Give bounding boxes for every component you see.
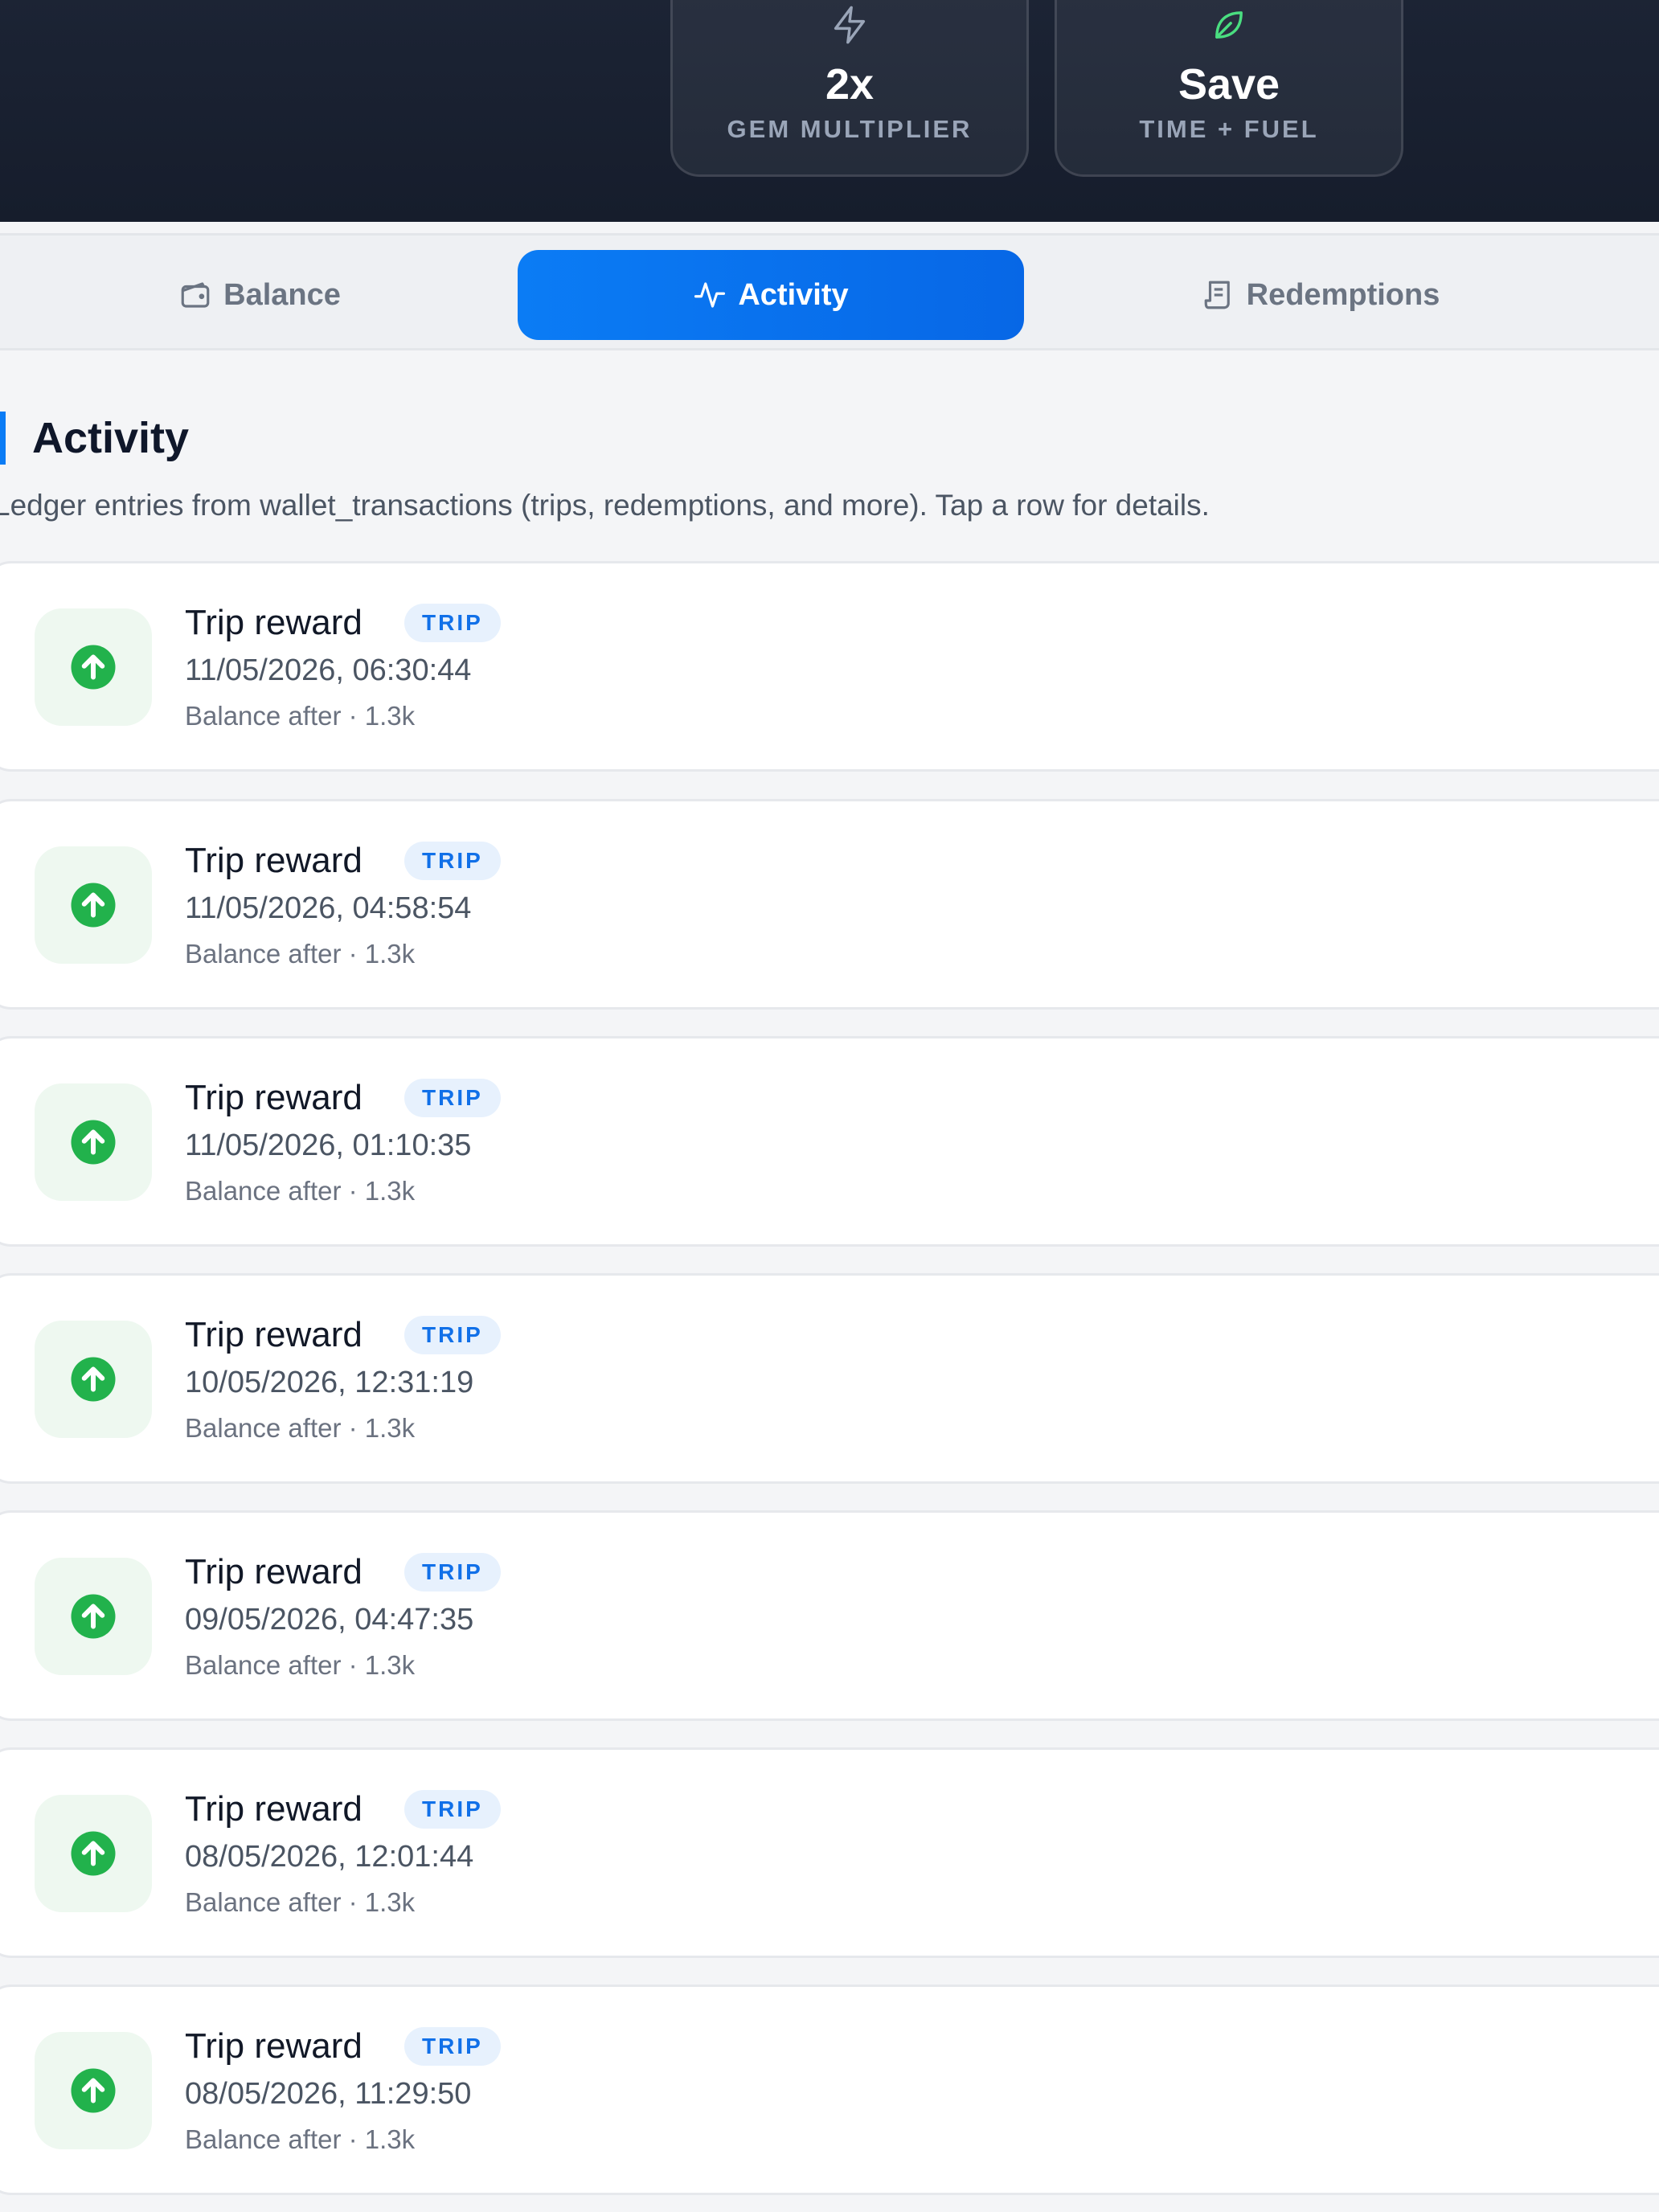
type-badge: TRIP [404, 842, 501, 880]
row-icon-container [35, 2032, 152, 2149]
tab-activity-label: Activity [738, 277, 849, 312]
tab-balance-label: Balance [223, 277, 341, 312]
arrow-up-circle-icon [71, 883, 116, 928]
row-timestamp: 10/05/2026, 12:31:19 [185, 1366, 474, 1399]
activity-icon [694, 282, 726, 308]
gem-multiplier-card: 2x GEM MULTIPLIER [670, 0, 1029, 177]
tab-balance[interactable]: Balance [91, 250, 428, 340]
row-title: Trip reward [185, 841, 363, 880]
tab-redemptions[interactable]: Redemptions [1071, 250, 1570, 340]
arrow-up-circle-icon [71, 1594, 116, 1639]
arrow-up-circle-icon [71, 1831, 116, 1876]
row-title: Trip reward [185, 1078, 363, 1117]
table-row[interactable]: Trip reward TRIP 10/05/2026, 12:31:19 Ba… [0, 1273, 1659, 1484]
section-title: Activity [32, 414, 190, 462]
table-row[interactable]: Trip reward TRIP 11/05/2026, 04:58:54 Ba… [0, 799, 1659, 1010]
arrow-up-circle-icon [71, 1357, 116, 1402]
row-balance-after: Balance after · 1.3k [185, 2124, 416, 2154]
table-row[interactable]: Trip reward TRIP 11/05/2026, 06:30:44 Ba… [0, 561, 1659, 772]
row-icon-container [35, 1083, 152, 1201]
receipt-icon [1204, 281, 1230, 309]
row-balance-after: Balance after · 1.3k [185, 1413, 416, 1443]
type-badge: TRIP [404, 604, 501, 642]
row-balance-after: Balance after · 1.3k [185, 1176, 416, 1206]
row-timestamp: 11/05/2026, 04:58:54 [185, 891, 472, 925]
gem-multiplier-value: 2x [825, 60, 875, 109]
row-balance-after: Balance after · 1.3k [185, 939, 416, 969]
row-icon-container [35, 1558, 152, 1675]
row-title: Trip reward [185, 1315, 363, 1354]
arrow-up-circle-icon [71, 1120, 116, 1165]
row-balance-after: Balance after · 1.3k [185, 1887, 416, 1917]
row-icon-container [35, 608, 152, 726]
type-badge: TRIP [404, 2027, 501, 2066]
save-card: Save TIME + FUEL [1055, 0, 1403, 177]
tab-redemptions-label: Redemptions [1246, 277, 1440, 312]
row-icon-container [35, 1795, 152, 1912]
row-timestamp: 09/05/2026, 04:47:35 [185, 1603, 474, 1636]
arrow-up-circle-icon [71, 645, 116, 690]
row-timestamp: 11/05/2026, 01:10:35 [185, 1129, 472, 1162]
save-value: Save [1178, 60, 1280, 109]
row-icon-container [35, 1321, 152, 1438]
tab-bar: Balance Activity Redemptions [0, 233, 1659, 350]
table-row[interactable]: Trip reward TRIP 09/05/2026, 04:47:35 Ba… [0, 1510, 1659, 1721]
row-balance-after: Balance after · 1.3k [185, 1650, 416, 1680]
row-title: Trip reward [185, 1552, 363, 1591]
section-accent-bar [0, 412, 6, 465]
lightning-icon [834, 6, 866, 44]
gem-multiplier-label: GEM MULTIPLIER [727, 115, 973, 143]
save-label: TIME + FUEL [1139, 115, 1319, 143]
row-title: Trip reward [185, 1789, 363, 1829]
row-timestamp: 08/05/2026, 11:29:50 [185, 2077, 472, 2111]
row-timestamp: 08/05/2026, 12:01:44 [185, 1840, 474, 1874]
row-title: Trip reward [185, 603, 363, 642]
arrow-up-circle-icon [71, 2068, 116, 2113]
table-row[interactable]: Trip reward TRIP 11/05/2026, 01:10:35 Ba… [0, 1036, 1659, 1247]
row-timestamp: 11/05/2026, 06:30:44 [185, 653, 472, 687]
table-row[interactable]: Trip reward TRIP 08/05/2026, 11:29:50 Ba… [0, 1985, 1659, 2195]
wallet-icon [181, 282, 210, 308]
tab-activity[interactable]: Activity [518, 250, 1024, 340]
table-row[interactable]: Trip reward TRIP 08/05/2026, 12:01:44 Ba… [0, 1747, 1659, 1958]
type-badge: TRIP [404, 1790, 501, 1829]
row-balance-after: Balance after · 1.3k [185, 701, 416, 731]
type-badge: TRIP [404, 1553, 501, 1591]
type-badge: TRIP [404, 1316, 501, 1354]
section-description: Ledger entries from wallet_transactions … [0, 489, 1210, 522]
type-badge: TRIP [404, 1079, 501, 1117]
row-icon-container [35, 846, 152, 964]
row-title: Trip reward [185, 2026, 363, 2066]
leaf-icon [1215, 11, 1243, 39]
